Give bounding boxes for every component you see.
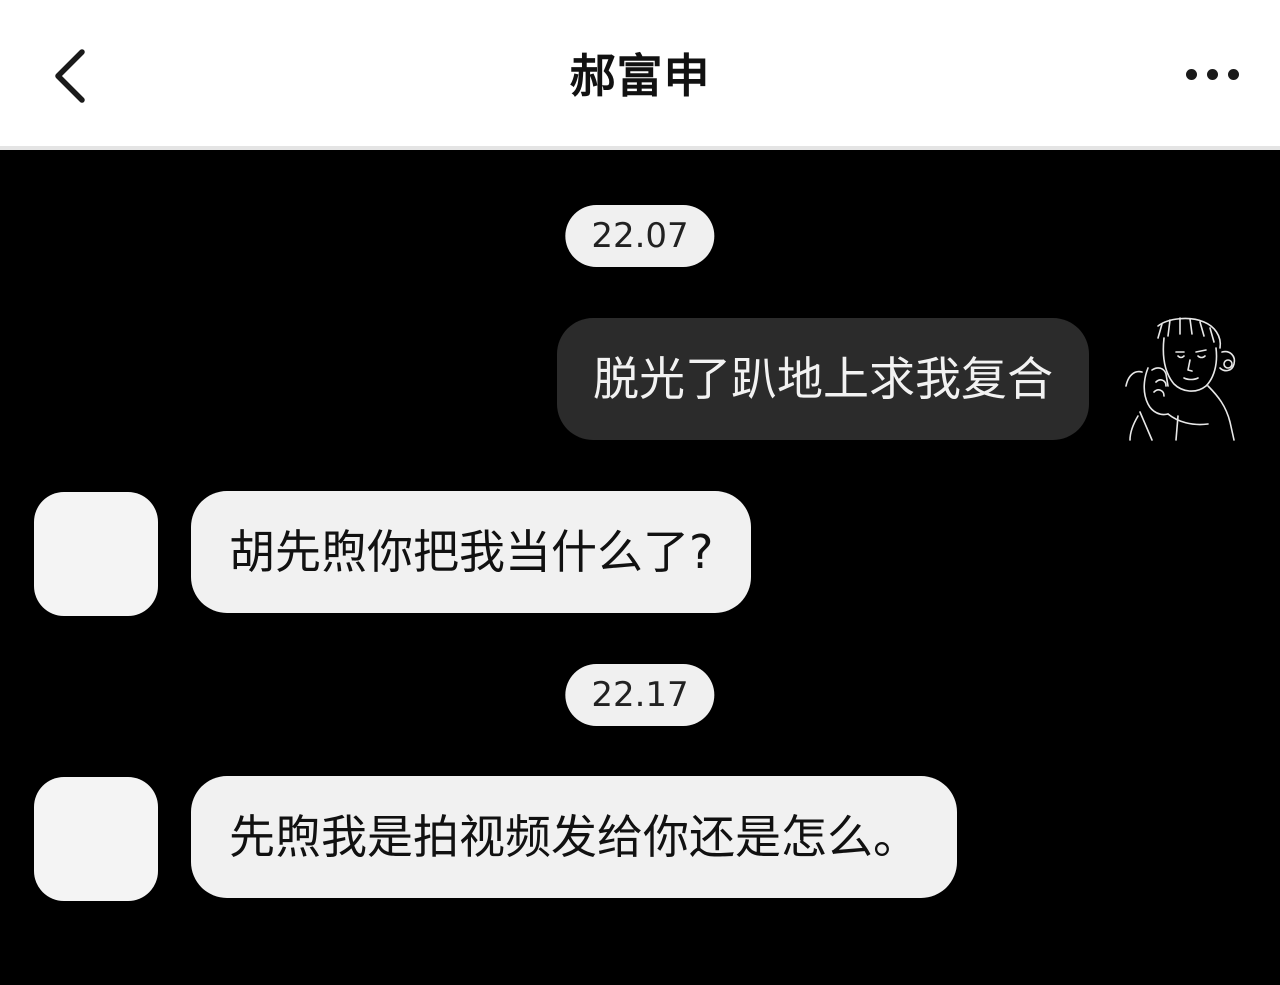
chat-header: 郝富申 [0,0,1280,150]
incoming-message-bubble[interactable]: 胡先煦你把我当什么了? [191,491,752,613]
timestamp-badge: 22.17 [565,664,715,726]
incoming-message-bubble[interactable]: 先煦我是拍视频发给你还是怎么。 [191,776,957,898]
my-avatar[interactable] [1118,316,1248,442]
outgoing-message-bubble[interactable]: 脱光了趴地上求我复合 [557,318,1089,440]
message-list[interactable]: 22.07 脱光了趴地上求我复合 胡先煦你把我当什么了? 22.17 先煦我是拍… [0,154,1280,985]
timestamp-badge: 22.07 [565,205,715,267]
chat-title: 郝富申 [569,49,711,103]
sketch-portrait-avatar-icon [1118,316,1248,442]
contact-avatar[interactable] [34,492,158,616]
contact-avatar[interactable] [34,777,158,901]
more-options-button[interactable] [1176,50,1248,98]
